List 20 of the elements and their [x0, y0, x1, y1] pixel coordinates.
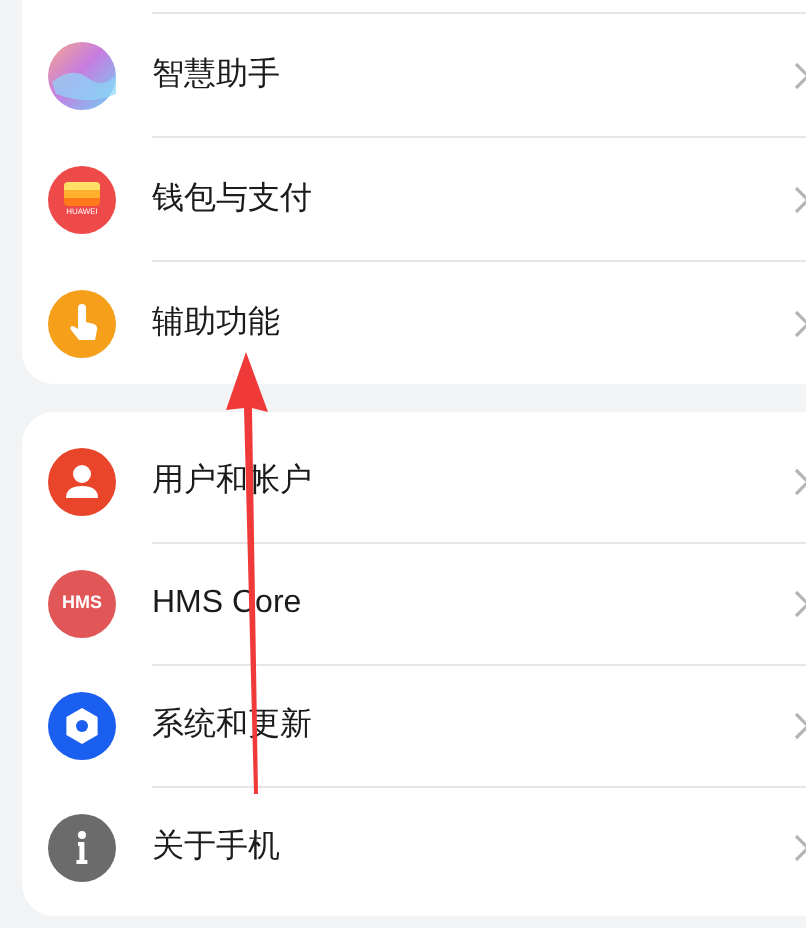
chevron-icon	[794, 590, 806, 618]
chevron-icon	[794, 185, 806, 213]
chevron-icon	[794, 61, 806, 89]
chevron-icon	[794, 712, 806, 740]
chevron-icon	[794, 834, 806, 862]
settings-row[interactable]: 智慧助手	[22, 14, 806, 136]
user-icon	[48, 447, 116, 515]
settings-row[interactable]: 辅助功能	[22, 262, 806, 384]
settings-row[interactable]: 关于手机	[22, 786, 806, 908]
info-icon	[48, 813, 116, 881]
settings-icon	[48, 691, 116, 759]
chevron-icon	[794, 309, 806, 337]
chevron-icon	[794, 467, 806, 495]
row-label: 智慧助手	[152, 55, 282, 95]
row-label: 辅助功能	[152, 303, 282, 343]
gradient-orb-icon	[48, 41, 116, 109]
row-label: 钱包与支付	[152, 179, 314, 219]
row-label: 关于手机	[152, 827, 282, 868]
hand-icon	[48, 289, 116, 357]
icon-label: HMS	[62, 589, 102, 616]
